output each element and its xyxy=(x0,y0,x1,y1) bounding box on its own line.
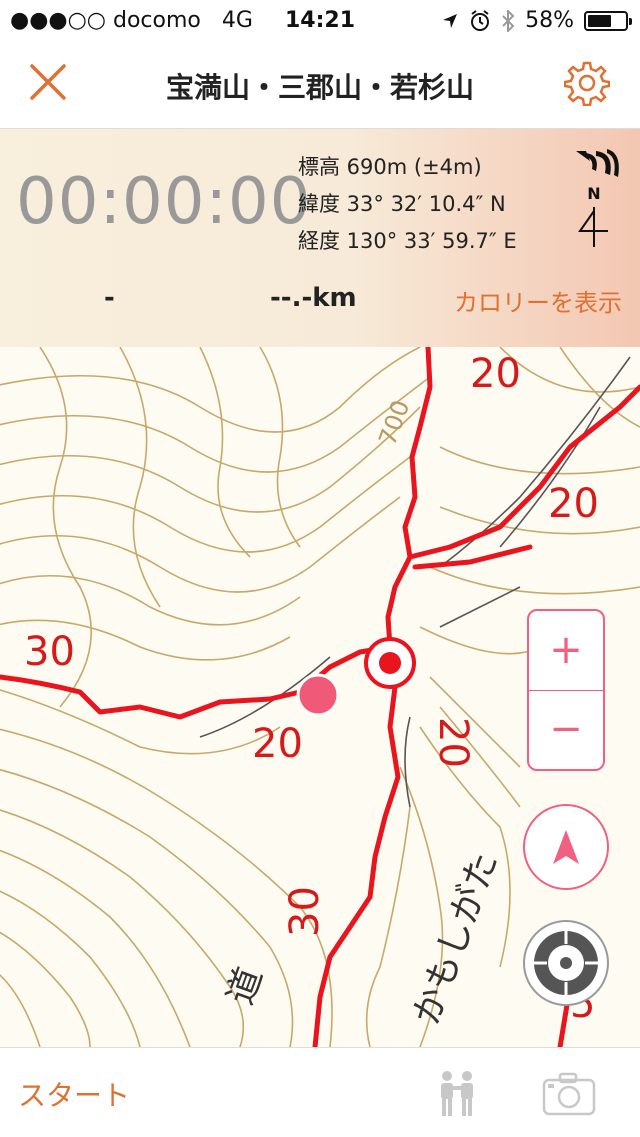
status-bar: ●●●○○ docomo 4G 14:21 58% xyxy=(0,0,640,40)
zoom-out-button[interactable]: − xyxy=(529,690,603,769)
zoom-control: + − xyxy=(527,609,605,771)
stat-left: - xyxy=(104,283,115,313)
map-label-4: 20 xyxy=(252,721,303,767)
gps-signal-icon xyxy=(576,149,619,177)
compass-north-label: N xyxy=(587,184,600,203)
zoom-in-button[interactable]: + xyxy=(529,611,603,691)
distance-value: --.-km xyxy=(270,283,357,313)
map-label-1: 20 xyxy=(470,351,521,397)
camera-icon[interactable] xyxy=(542,1072,596,1116)
battery-percent: 58% xyxy=(525,8,574,33)
map-label-5: 20 xyxy=(430,717,476,768)
navigation-arrow-icon xyxy=(553,830,579,864)
map-view[interactable]: 20 20 30 20 20 30 5 700 かもしがた 道 + − xyxy=(0,347,640,1047)
compass-icon: N xyxy=(578,184,608,247)
show-calorie-button[interactable]: カロリーを表示 xyxy=(454,283,622,318)
elevation-label: 標高 690m (±4m) xyxy=(298,155,482,179)
nav-bar: 宝満山・三郡山・若杉山 xyxy=(0,40,640,129)
elapsed-timer: 00:00:00 xyxy=(16,165,312,239)
position-readout: 標高 690m (±4m) 緯度 33° 32′ 10.4″ N 経度 130°… xyxy=(298,149,517,260)
people-icon[interactable] xyxy=(432,1068,482,1118)
location-arrow-icon xyxy=(443,13,458,28)
bottom-toolbar: スタート xyxy=(0,1047,640,1137)
gear-icon[interactable] xyxy=(564,60,610,106)
battery-icon xyxy=(584,10,632,31)
navigation-mode-button[interactable] xyxy=(523,804,609,890)
waypoint-marker[interactable] xyxy=(296,673,340,717)
map-label-9: 道 xyxy=(220,962,271,1010)
map-label-8: かもしがた xyxy=(406,847,506,1030)
tracking-info-panel: 00:00:00 標高 690m (±4m) 緯度 33° 32′ 10.4″ … xyxy=(0,129,640,347)
status-right: 58% xyxy=(441,8,632,33)
locate-icon xyxy=(534,931,598,995)
longitude-label: 経度 130° 33′ 59.7″ E xyxy=(298,229,517,253)
start-button[interactable]: スタート xyxy=(18,1074,130,1114)
bluetooth-icon xyxy=(502,9,515,32)
map-label-7: 700 xyxy=(373,396,415,449)
page-title: 宝満山・三郡山・若杉山 xyxy=(165,71,474,104)
locate-me-button[interactable] xyxy=(523,920,609,1006)
map-label-6: 30 xyxy=(282,886,328,937)
alarm-icon xyxy=(471,9,490,31)
current-position-dot xyxy=(379,652,401,674)
latitude-label: 緯度 33° 32′ 10.4″ N xyxy=(298,192,506,216)
map-label-2: 20 xyxy=(548,481,599,527)
map-label-3: 30 xyxy=(24,629,75,675)
